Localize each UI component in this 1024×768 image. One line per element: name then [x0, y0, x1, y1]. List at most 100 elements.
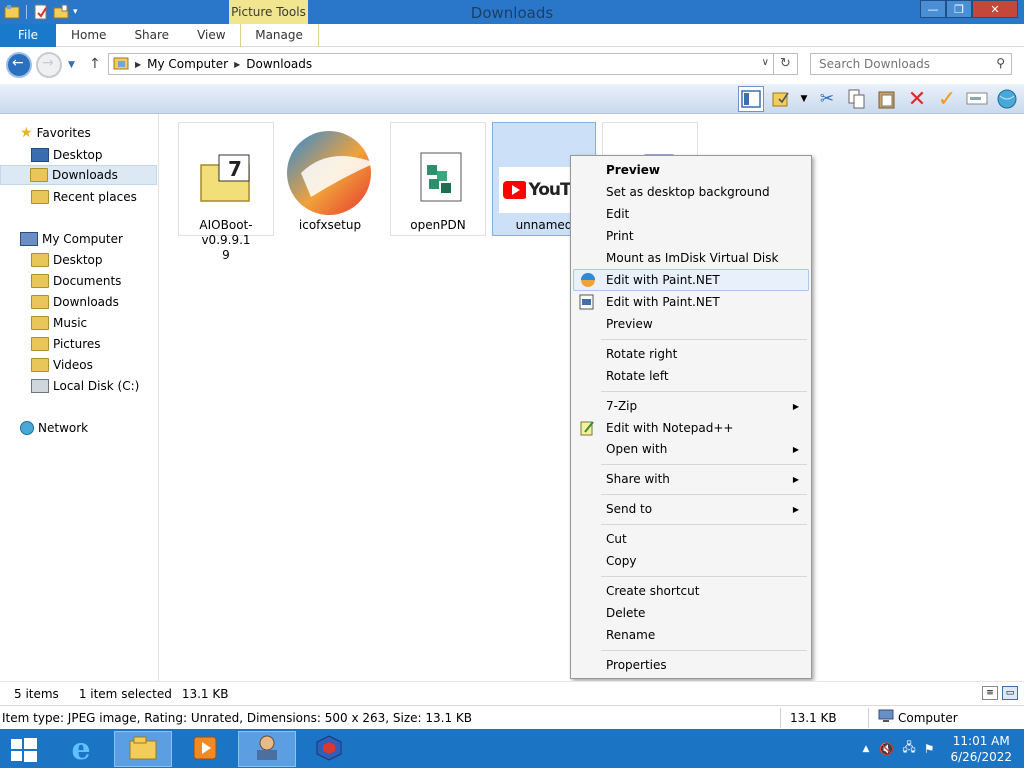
nav-fav-desktop[interactable]: Desktop: [0, 145, 157, 165]
menu-item-rotate-right[interactable]: Rotate right: [573, 343, 809, 365]
tab-share[interactable]: Share: [120, 24, 183, 47]
nav-fav-recent[interactable]: Recent places: [0, 187, 157, 207]
crumb-separator-icon[interactable]: ▶: [135, 60, 141, 69]
menu-item-properties[interactable]: Properties: [573, 654, 809, 676]
paste-icon[interactable]: [874, 86, 900, 112]
nav-favorites[interactable]: ★ Favorites: [0, 123, 157, 143]
action-center-icon[interactable]: ⚑: [924, 742, 935, 756]
downloads-folder-icon: [30, 168, 48, 182]
menu-item-copy[interactable]: Copy: [573, 550, 809, 572]
window-title: Downloads: [470, 4, 554, 22]
minimize-button[interactable]: —: [920, 0, 946, 18]
check-icon[interactable]: ✓: [934, 86, 960, 112]
taskbar-ie[interactable]: e: [52, 731, 110, 767]
menu-item-label: Set as desktop background: [606, 185, 770, 199]
menu-item-delete[interactable]: Delete: [573, 602, 809, 624]
back-button[interactable]: ←: [6, 52, 32, 78]
preview-pane-icon[interactable]: [738, 86, 764, 112]
menu-item-rotate-left[interactable]: Rotate left: [573, 365, 809, 387]
forward-button[interactable]: →: [36, 52, 62, 78]
breadcrumb-my-computer[interactable]: My Computer: [147, 57, 228, 71]
menu-item-label: Preview: [606, 317, 653, 331]
menu-item-share-with[interactable]: Share with ▶: [573, 468, 809, 490]
file-name-line: openPDN: [410, 218, 466, 232]
menu-item-label: Delete: [606, 606, 646, 620]
menu-item-cut[interactable]: Cut: [573, 528, 809, 550]
new-folder-icon[interactable]: [53, 4, 69, 20]
taskbar-file-explorer[interactable]: [114, 731, 172, 767]
menu-item-rename[interactable]: Rename: [573, 624, 809, 646]
minimize-icon: —: [927, 2, 939, 16]
media-player-icon: [192, 735, 218, 764]
delete-icon[interactable]: ✕: [904, 86, 930, 112]
menu-item-label: Cut: [606, 532, 627, 546]
menu-item-open-with[interactable]: Open with ▶: [573, 438, 809, 460]
nav-pc-pictures[interactable]: Pictures: [0, 334, 157, 354]
address-bar[interactable]: ▶ My Computer ▶ Downloads ∨: [108, 53, 774, 75]
menu-item-edit-paintnet[interactable]: Edit with Paint.NET: [573, 269, 809, 291]
nav-fav-downloads[interactable]: Downloads: [0, 165, 157, 185]
refresh-button[interactable]: ↻: [774, 53, 798, 75]
nav-pc-music[interactable]: Music: [0, 313, 157, 333]
volume-muted-icon[interactable]: 🔇: [879, 742, 894, 756]
select-dropdown-icon[interactable]: ▼: [798, 86, 810, 112]
tab-manage[interactable]: Manage: [239, 23, 319, 47]
status-item-count: 5 items: [14, 686, 59, 701]
tab-home[interactable]: Home: [56, 24, 120, 47]
close-button[interactable]: ✕: [972, 0, 1018, 18]
virtualbox-icon: [315, 734, 343, 765]
maximize-button[interactable]: ❐: [946, 0, 972, 18]
breadcrumb-downloads[interactable]: Downloads: [246, 57, 312, 71]
recent-locations-dropdown[interactable]: ▼: [68, 60, 75, 70]
search-box[interactable]: ⚲: [810, 53, 1012, 75]
menu-item-edit-notepadpp[interactable]: Edit with Notepad++: [573, 417, 809, 439]
search-icon[interactable]: ⚲: [996, 56, 1005, 70]
menu-item-7zip[interactable]: 7-Zip ▶: [573, 395, 809, 417]
tab-view[interactable]: View: [183, 24, 239, 47]
menu-item-preview[interactable]: Preview: [573, 313, 809, 335]
nav-network[interactable]: Network: [0, 418, 157, 438]
taskbar-media-player[interactable]: [176, 731, 234, 767]
menu-item-set-desktop-background[interactable]: Set as desktop background: [573, 181, 809, 203]
menu-item-edit-paintnet-alt[interactable]: Edit with Paint.NET: [573, 291, 809, 313]
nav-pc-local-disk-label: Local Disk (C:): [53, 379, 140, 393]
nav-pc-documents[interactable]: Documents: [0, 271, 157, 291]
setup-installer-icon: [403, 143, 473, 213]
tab-file[interactable]: File: [0, 23, 56, 47]
cut-icon[interactable]: ✂: [814, 86, 840, 112]
network-status-icon[interactable]: 🖧: [902, 738, 915, 759]
clock[interactable]: 11:01 AM 6/26/2022: [950, 733, 1012, 765]
search-input[interactable]: [811, 54, 981, 74]
file-name-line: icofxsetup: [298, 218, 362, 232]
nav-pc-downloads[interactable]: Downloads: [0, 292, 157, 312]
nav-my-computer[interactable]: My Computer: [0, 229, 157, 249]
nav-pc-local-disk[interactable]: Local Disk (C:): [0, 376, 157, 396]
qat-dropdown-icon[interactable]: ▾: [73, 4, 89, 20]
menu-item-create-shortcut[interactable]: Create shortcut: [573, 580, 809, 602]
rename-icon[interactable]: [964, 86, 990, 112]
menu-item-send-to[interactable]: Send to ▶: [573, 498, 809, 520]
copy-icon[interactable]: [844, 86, 870, 112]
explorer-app-icon[interactable]: [4, 4, 20, 20]
select-folder-icon[interactable]: [768, 86, 794, 112]
start-button[interactable]: [8, 735, 38, 763]
menu-item-print[interactable]: Print: [573, 225, 809, 247]
up-button[interactable]: ↑: [89, 56, 101, 72]
menu-item-preview-default[interactable]: Preview: [573, 159, 809, 181]
crumb-separator-icon[interactable]: ▶: [234, 60, 240, 69]
menu-item-label: 7-Zip: [606, 399, 638, 413]
nav-pc-videos[interactable]: Videos: [0, 355, 157, 375]
taskbar-virtualbox[interactable]: [300, 731, 358, 767]
taskbar-user-app[interactable]: [238, 731, 296, 767]
large-icons-view-icon[interactable]: ▭: [1002, 686, 1018, 700]
globe-icon[interactable]: [994, 86, 1020, 112]
menu-item-edit[interactable]: Edit: [573, 203, 809, 225]
menu-item-label: Print: [606, 229, 634, 243]
details-view-icon[interactable]: ≡: [982, 686, 998, 700]
properties-icon[interactable]: [33, 4, 49, 20]
show-hidden-icons-icon[interactable]: ▲: [862, 744, 869, 754]
menu-item-mount-imdisk[interactable]: Mount as ImDisk Virtual Disk: [573, 247, 809, 269]
svg-text:7: 7: [228, 157, 242, 181]
address-dropdown-icon[interactable]: ∨: [762, 57, 769, 68]
nav-pc-desktop[interactable]: Desktop: [0, 250, 157, 270]
